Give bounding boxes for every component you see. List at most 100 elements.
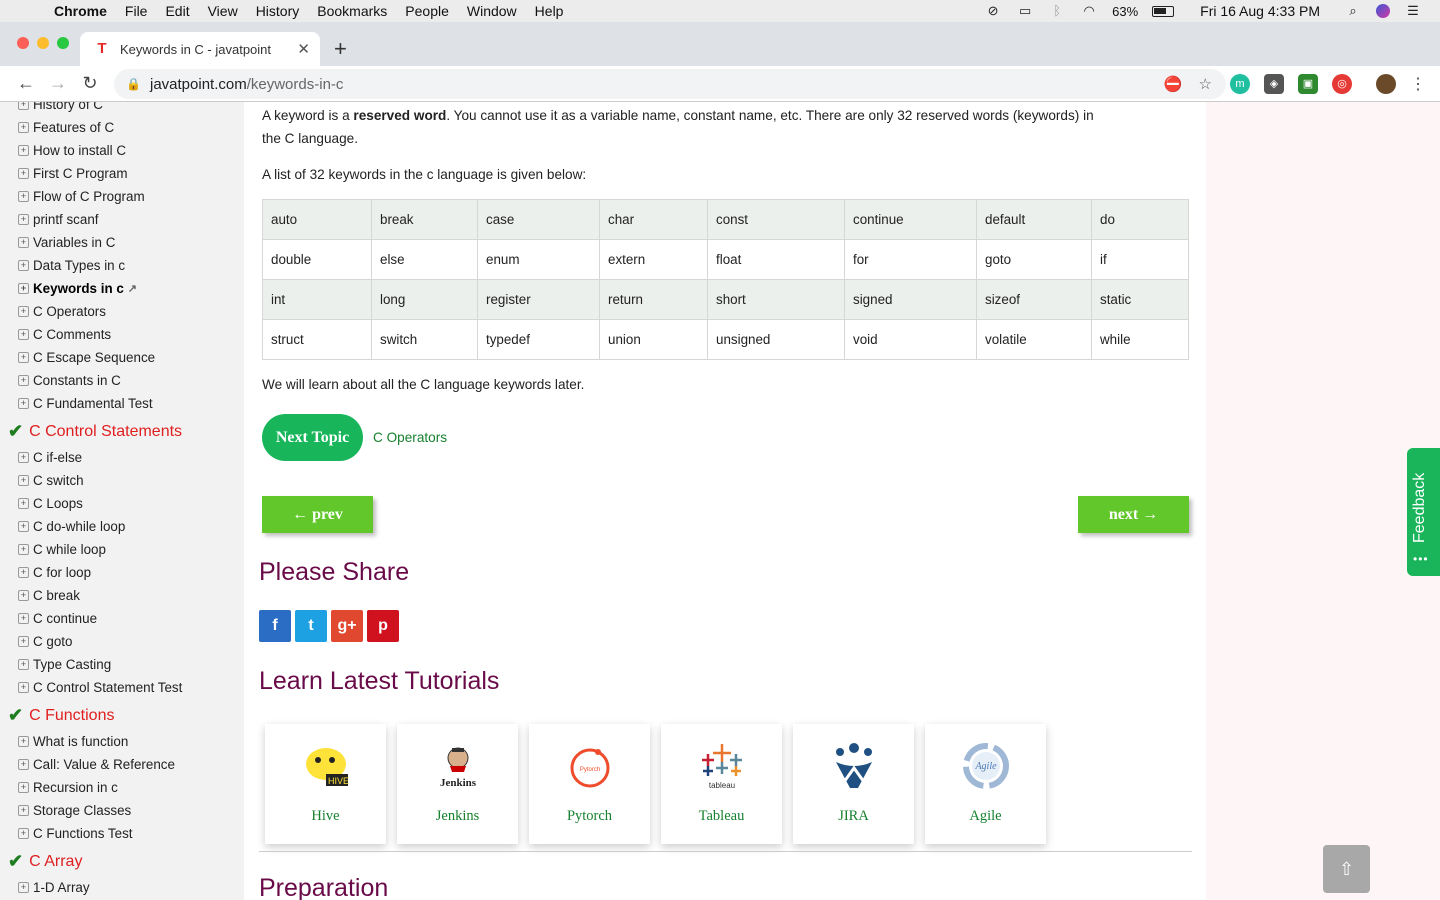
browser-tab-active[interactable]: T Keywords in C - javatpoint ✕ xyxy=(80,32,320,66)
tutorial-card-jira[interactable]: JIRA xyxy=(793,724,914,844)
lock-icon[interactable]: 🔒 xyxy=(126,77,141,91)
menu-history[interactable]: History xyxy=(256,3,300,19)
jenkins-logo-icon: Jenkins xyxy=(397,738,518,794)
blocked-content-icon[interactable]: ⛔ xyxy=(1164,75,1183,93)
sidebar-item-c-operators[interactable]: + C Operators xyxy=(18,304,106,319)
sidebar-item-what-is-function[interactable]: + What is function xyxy=(18,734,128,749)
sidebar-item-history-of-c[interactable]: + History of C xyxy=(18,102,103,112)
menu-app-chrome[interactable]: Chrome xyxy=(54,3,107,19)
menu-help[interactable]: Help xyxy=(535,3,564,19)
sidebar-item-1d-array[interactable]: +1-D Array xyxy=(18,880,90,895)
table-cell: sizeof xyxy=(976,279,1092,320)
menu-view[interactable]: View xyxy=(208,3,238,19)
menu-bookmarks[interactable]: Bookmarks xyxy=(317,3,387,19)
address-bar[interactable]: 🔒 javatpoint.com/keywords-in-c ⛔ ☆ xyxy=(114,69,1226,99)
spotlight-search-icon[interactable]: ⌕ xyxy=(1344,4,1362,18)
sidebar-item-label: printf scanf xyxy=(33,212,99,227)
notification-center-icon[interactable]: ☰ xyxy=(1404,4,1422,18)
siri-icon[interactable] xyxy=(1376,4,1390,18)
profile-avatar[interactable] xyxy=(1376,74,1396,94)
reload-button[interactable]: ↻ xyxy=(74,73,106,94)
sidebar-item-goto[interactable]: + C goto xyxy=(18,634,72,649)
please-share-heading: Please Share xyxy=(259,558,410,586)
tutorial-card-jenkins[interactable]: Jenkins Jenkins xyxy=(397,724,518,844)
prev-button[interactable]: ← prev xyxy=(262,496,373,533)
sidebar-item-for-loop[interactable]: + C for loop xyxy=(18,565,91,580)
sidebar-item-loops[interactable]: + C Loops xyxy=(18,496,83,511)
menu-clock[interactable]: Fri 16 Aug 4:33 PM xyxy=(1200,3,1320,19)
extension-target-icon[interactable]: ◎ xyxy=(1332,74,1352,94)
sidebar-item-constants-in-c[interactable]: + Constants in C xyxy=(18,373,121,388)
pinterest-share-icon[interactable]: p xyxy=(367,610,399,642)
next-topic-link[interactable]: C Operators xyxy=(373,430,447,445)
extension-m-icon[interactable]: m xyxy=(1230,74,1250,94)
airplay-icon[interactable]: ▭ xyxy=(1016,4,1034,18)
sidebar-item-label: C Fundamental Test xyxy=(33,396,153,411)
sidebar-item-recursion[interactable]: + Recursion in c xyxy=(18,780,118,795)
sidebar-item-do-while[interactable]: + C do-while loop xyxy=(18,519,125,534)
bluetooth-icon[interactable]: ᛒ xyxy=(1048,4,1066,18)
sidebar-item-flow-of-c-program[interactable]: + Flow of C Program xyxy=(18,189,145,204)
sidebar-item-switch[interactable]: + C switch xyxy=(18,473,84,488)
sidebar-item-c-escape-sequence[interactable]: + C Escape Sequence xyxy=(18,350,155,365)
table-cell: while xyxy=(1091,319,1189,360)
sidebar-item-keywords-in-c[interactable]: + Keywords in c ↗ xyxy=(18,281,137,296)
wifi-icon[interactable]: ◠ xyxy=(1080,4,1098,18)
tutorial-card-hive[interactable]: HIVE Hive xyxy=(265,724,386,844)
maximize-window-button[interactable] xyxy=(57,37,69,49)
tutorial-card-tableau[interactable]: tableau Tableau xyxy=(661,724,782,844)
sidebar-item-continue[interactable]: + C continue xyxy=(18,611,97,626)
sidebar-item-install-c[interactable]: + How to install C xyxy=(18,143,126,158)
expand-icon: + xyxy=(18,168,29,179)
next-button[interactable]: next → xyxy=(1078,496,1189,533)
scroll-to-top-button[interactable]: ⇧ xyxy=(1323,845,1370,893)
google-plus-share-icon[interactable]: g+ xyxy=(331,610,363,642)
do-not-disturb-icon[interactable]: ⊘ xyxy=(984,4,1002,18)
menu-people[interactable]: People xyxy=(405,3,449,19)
sidebar-item-storage-classes[interactable]: + Storage Classes xyxy=(18,803,131,818)
menu-window[interactable]: Window xyxy=(467,3,517,19)
forward-button[interactable]: → xyxy=(42,73,74,94)
tutorial-card-agile[interactable]: Agile Agile xyxy=(925,724,1046,844)
minimize-window-button[interactable] xyxy=(37,37,49,49)
sidebar-heading-array[interactable]: ✔ C Array xyxy=(8,851,82,872)
sidebar-item-if-else[interactable]: + C if-else xyxy=(18,450,82,465)
sidebar-item-first-c-program[interactable]: + First C Program xyxy=(18,166,128,181)
chrome-menu-icon[interactable]: ⋮ xyxy=(1410,74,1426,94)
expand-icon: + xyxy=(18,122,29,133)
tab-close-icon[interactable]: ✕ xyxy=(297,40,310,58)
sidebar-heading-functions[interactable]: ✔ C Functions xyxy=(8,705,114,726)
extension-tractor-icon[interactable]: ▣ xyxy=(1298,74,1318,94)
battery-icon[interactable] xyxy=(1152,5,1175,17)
expand-icon: + xyxy=(18,521,29,532)
facebook-share-icon[interactable]: f xyxy=(259,610,291,642)
sidebar-item-features-of-c[interactable]: + Features of C xyxy=(18,120,114,135)
section-divider xyxy=(259,851,1192,852)
back-button[interactable]: ← xyxy=(10,73,42,94)
sidebar-item-variables-in-c[interactable]: + Variables in C xyxy=(18,235,115,250)
sidebar-item-call-value-reference[interactable]: + Call: Value & Reference xyxy=(18,757,175,772)
sidebar-item-printf-scanf[interactable]: + printf scanf xyxy=(18,212,99,227)
sidebar-item-label: First C Program xyxy=(33,166,128,181)
sidebar-item-functions-test[interactable]: + C Functions Test xyxy=(18,826,132,841)
sidebar-item-control-statement-test[interactable]: + C Control Statement Test xyxy=(18,680,182,695)
sidebar-item-data-types[interactable]: + Data Types in c xyxy=(18,258,125,273)
extension-shield-icon[interactable]: ◈ xyxy=(1264,74,1284,94)
sidebar-item-break[interactable]: + C break xyxy=(18,588,80,603)
sidebar-item-type-casting[interactable]: + Type Casting xyxy=(18,657,111,672)
feedback-tab[interactable]: Feedback ••• xyxy=(1407,448,1440,576)
twitter-share-icon[interactable]: t xyxy=(295,610,327,642)
close-window-button[interactable] xyxy=(17,37,29,49)
sidebar-item-label: C Escape Sequence xyxy=(33,350,156,365)
menu-file[interactable]: File xyxy=(125,3,148,19)
tutorial-card-pytorch[interactable]: Pytorch Pytorch xyxy=(529,724,650,844)
sidebar-item-while[interactable]: + C while loop xyxy=(18,542,106,557)
expand-icon: + xyxy=(18,398,29,409)
menu-edit[interactable]: Edit xyxy=(165,3,189,19)
sidebar-item-label: C for loop xyxy=(33,565,92,580)
new-tab-button[interactable]: + xyxy=(334,36,347,62)
sidebar-item-c-comments[interactable]: + C Comments xyxy=(18,327,111,342)
bookmark-star-icon[interactable]: ☆ xyxy=(1199,75,1212,93)
sidebar-item-c-fundamental-test[interactable]: + C Fundamental Test xyxy=(18,396,153,411)
sidebar-heading-control-statements[interactable]: ✔ C Control Statements xyxy=(8,421,182,442)
